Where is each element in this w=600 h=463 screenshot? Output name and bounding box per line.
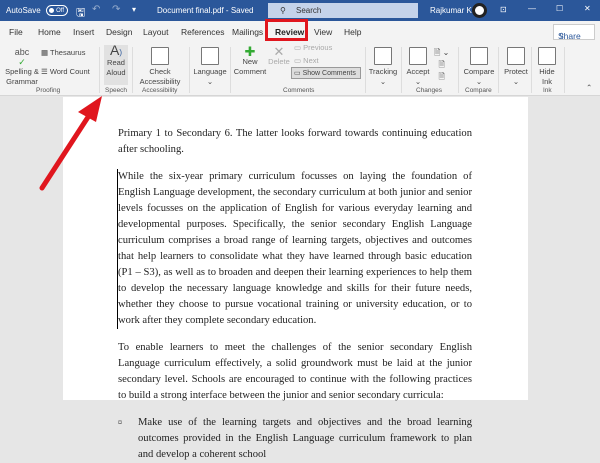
- list-item: ¤ Make use of the learning targets and ob…: [118, 415, 472, 463]
- list-item-text: Make use of the learning targets and obj…: [138, 417, 472, 460]
- bullet-marker: ¤: [118, 418, 122, 427]
- annotation-arrow: [39, 96, 102, 191]
